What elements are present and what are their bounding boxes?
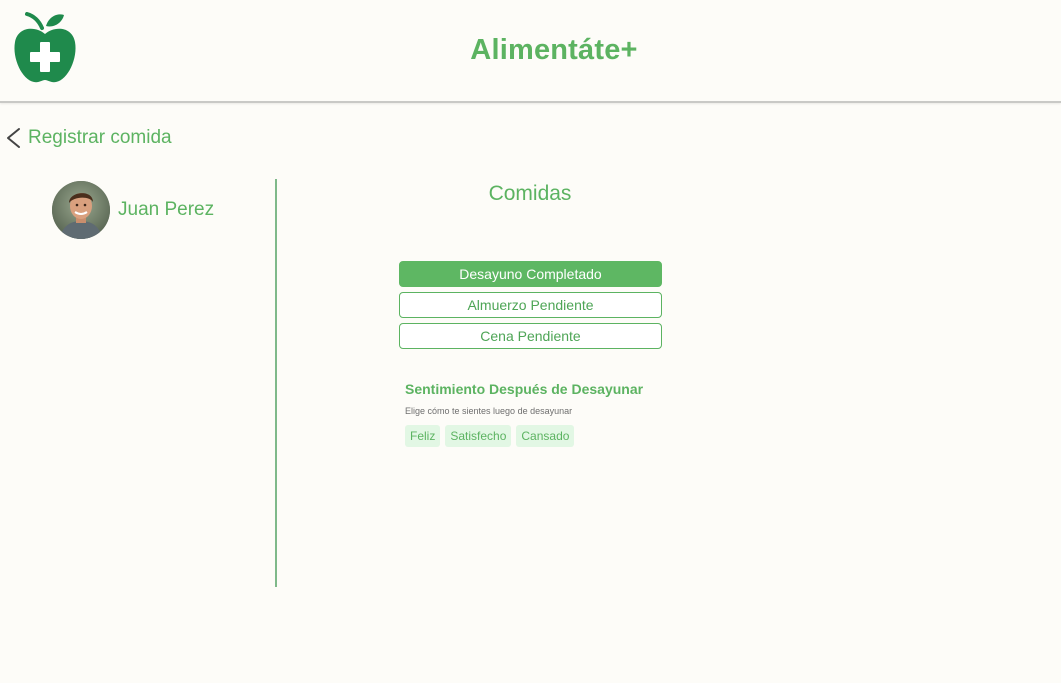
feeling-title: Sentimiento Después de Desayunar [405, 381, 644, 397]
avatar [52, 181, 110, 239]
feeling-options: Feliz Satisfecho Cansado [405, 425, 579, 447]
user-avatar-image [52, 181, 110, 239]
app-header: Alimentáte+ [0, 0, 1061, 103]
back-link[interactable]: Registrar comida [4, 124, 172, 152]
user-profile: Juan Perez [52, 180, 214, 240]
meal-lunch-button[interactable]: Almuerzo Pendiente [399, 292, 662, 318]
back-link-label[interactable]: Registrar comida [28, 127, 172, 149]
feeling-hint: Elige cómo te sientes luego de desayunar [405, 406, 573, 416]
feeling-chip-satisfecho[interactable]: Satisfecho [445, 425, 512, 447]
page: Alimentáte+ Registrar comida Juan Perez … [0, 0, 1061, 683]
meal-list: Desayuno Completado Almuerzo Pendiente C… [399, 261, 662, 354]
user-name: Juan Perez [118, 199, 215, 220]
vertical-divider [275, 179, 277, 587]
meal-dinner-button[interactable]: Cena Pendiente [399, 323, 662, 349]
meal-breakfast-button[interactable]: Desayuno Completado [399, 261, 662, 287]
section-title: Comidas [488, 182, 572, 205]
app-title: Alimentáte+ [470, 34, 638, 66]
feeling-chip-feliz[interactable]: Feliz [405, 425, 441, 447]
chevron-left-icon[interactable] [4, 126, 22, 150]
feeling-chip-cansado[interactable]: Cansado [516, 425, 575, 447]
